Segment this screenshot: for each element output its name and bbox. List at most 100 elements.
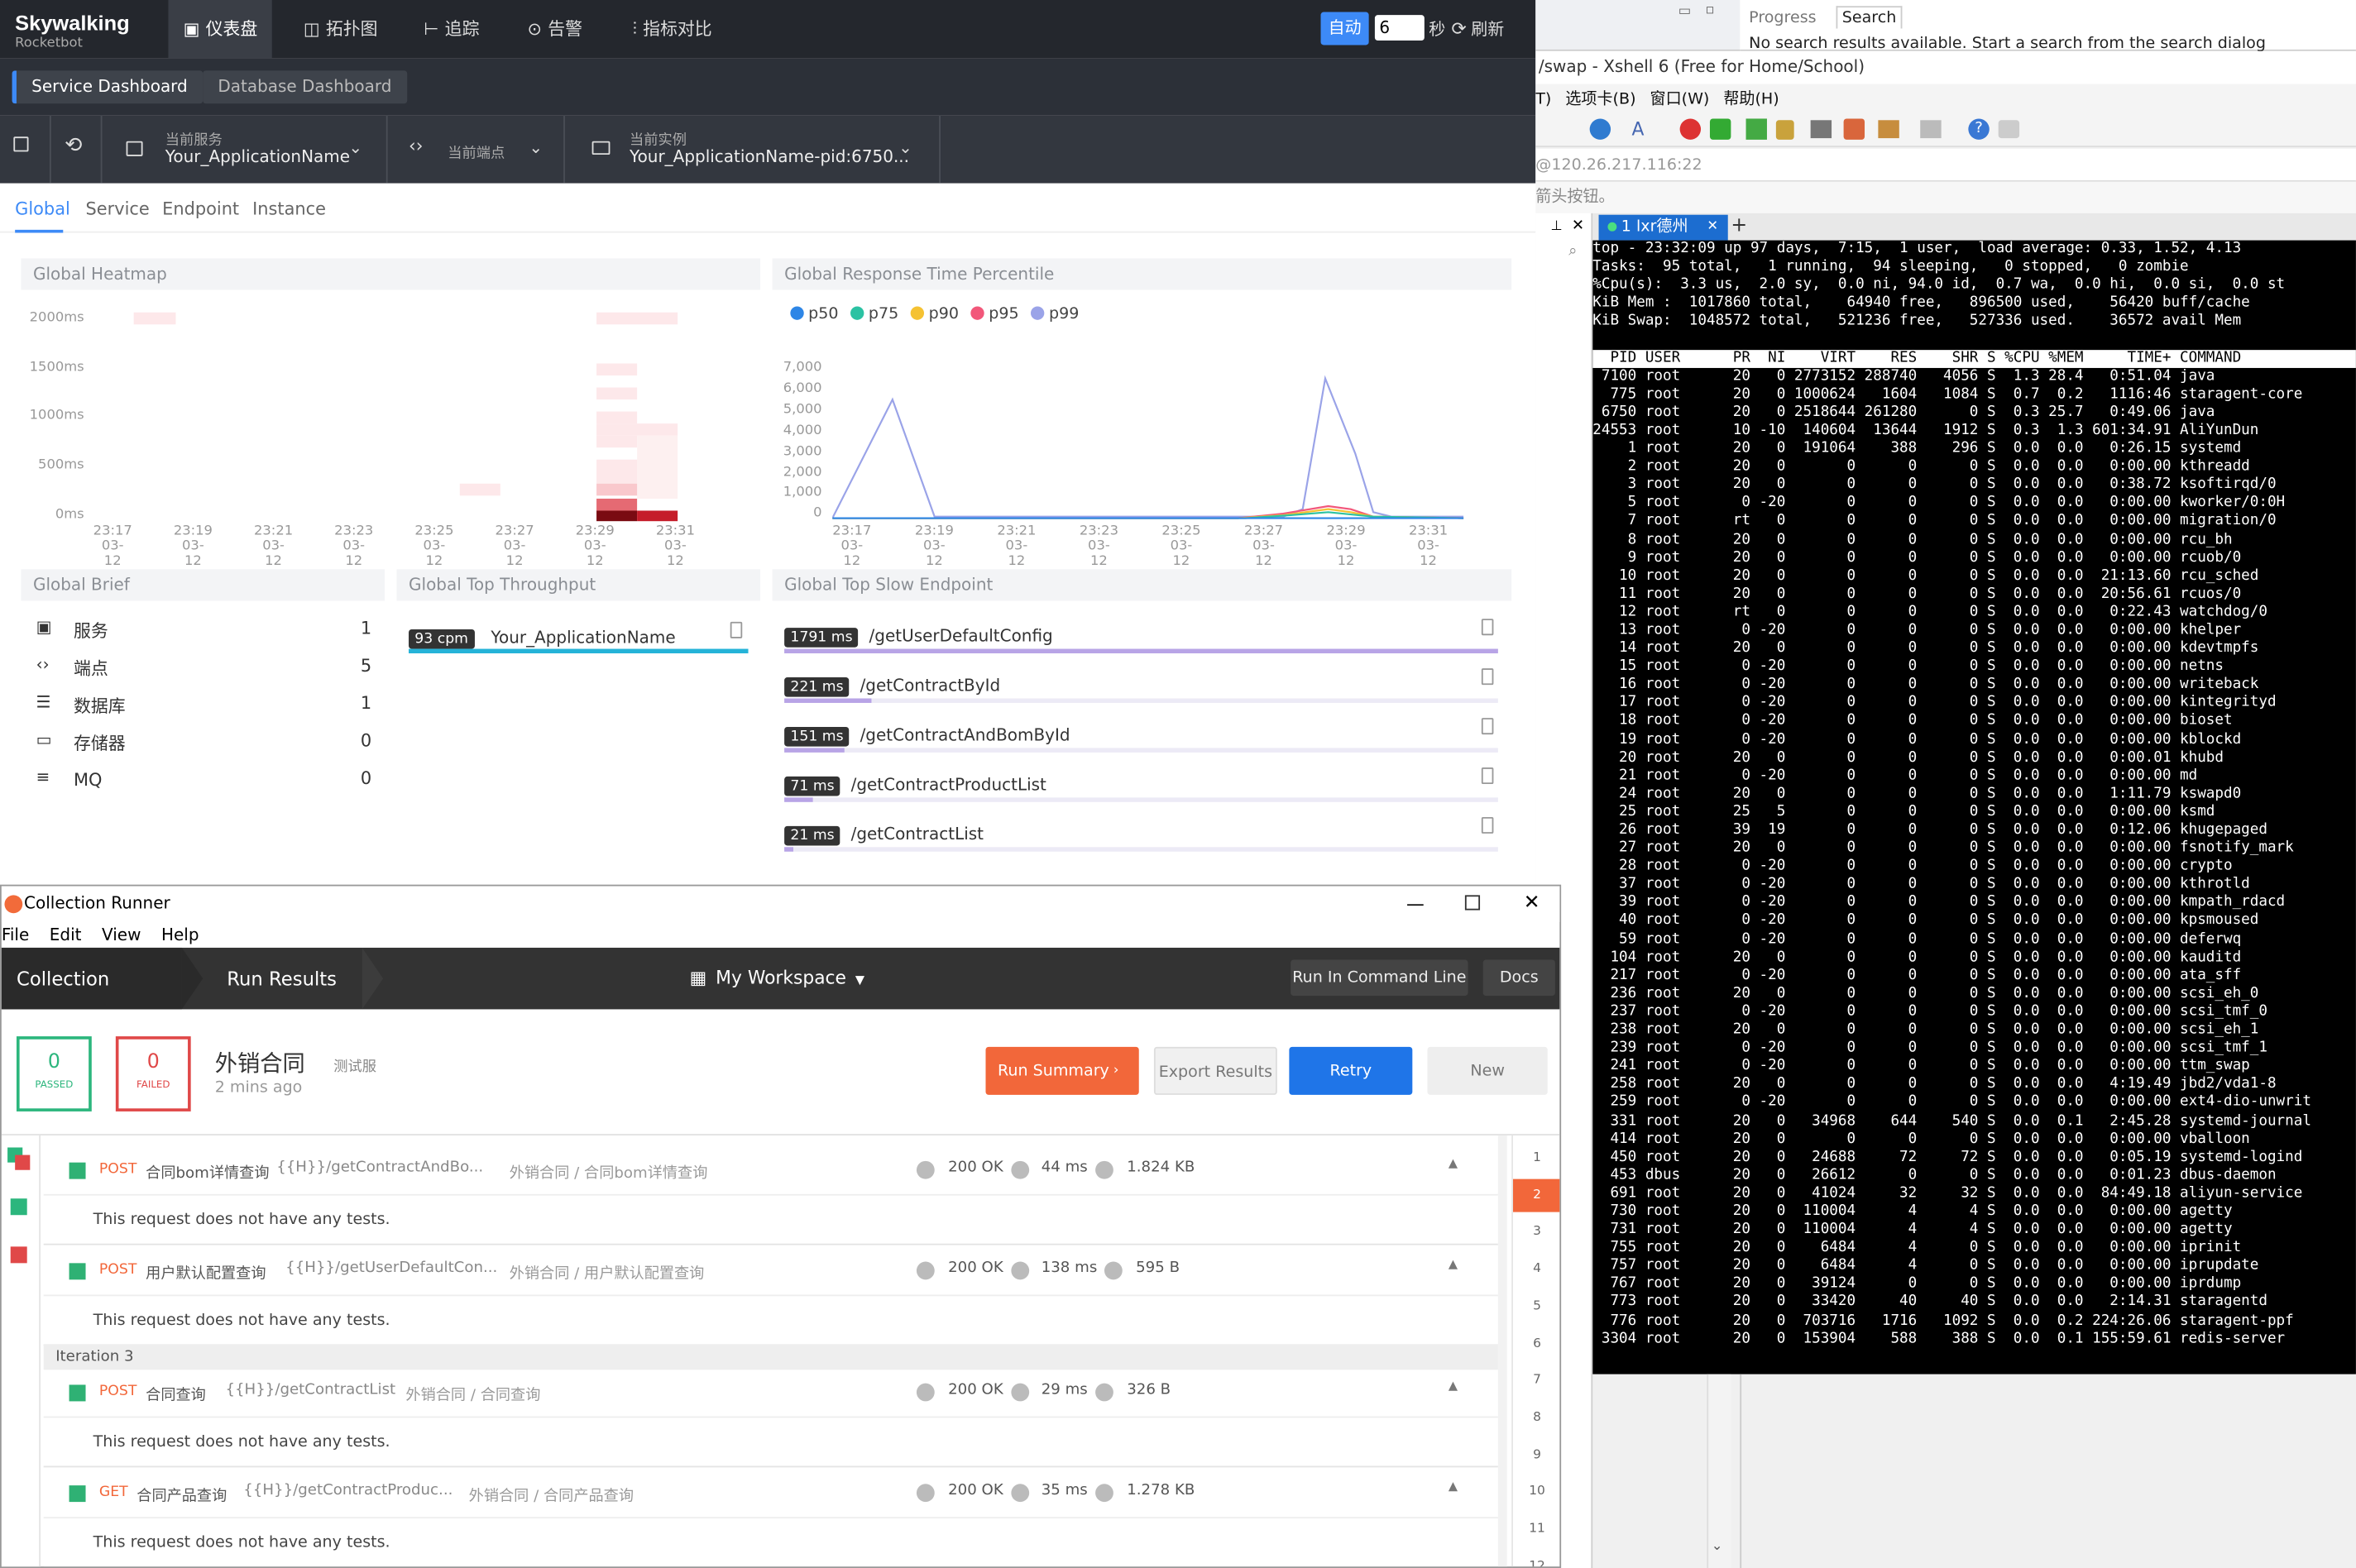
lock-icon[interactable] [1775,120,1794,140]
menu-edit[interactable]: Edit [50,925,82,945]
close-icon[interactable]: ✕ [1524,886,1540,922]
highlight-icon[interactable] [1843,118,1865,140]
legend-item[interactable]: p75 [850,305,898,323]
slow-endpoint-row[interactable]: 71 ms/getContractProductList [784,767,1506,817]
menu-tabs[interactable]: 选项卡(B) [1565,90,1635,108]
globe-icon[interactable] [1589,118,1611,140]
iteration-item[interactable]: 8 [1513,1401,1559,1434]
nav-alarm[interactable]: ⊙ 告警 [512,0,597,59]
iteration-item[interactable]: 2 [1513,1178,1560,1212]
session-tab[interactable]: 1 lxr德州 ✕ [1598,214,1728,241]
nav-dashboard[interactable]: ▣ 仪表盘 [168,0,273,59]
collapse-icon[interactable]: ▲ [1449,1379,1458,1392]
keyboard-icon[interactable] [1810,120,1832,139]
slow-endpoint-row[interactable]: 21 ms/getContractList [784,816,1506,867]
pin-icon[interactable]: ⊥ [1550,219,1562,234]
crumb-run-results[interactable]: Run Results [227,948,337,1009]
clipboard-icon[interactable] [1481,816,1494,834]
reload-button[interactable]: ⟲ [51,115,103,184]
collapse-icon[interactable]: ▲ [1449,1480,1458,1493]
iteration-item[interactable]: 9 [1513,1438,1559,1471]
throughput-row[interactable]: 93 cpm Your_ApplicationName [409,620,754,650]
font-icon[interactable]: A [1632,118,1645,139]
folder-icon[interactable] [1878,120,1899,139]
lock-toggle[interactable] [0,115,51,184]
clipboard-icon[interactable] [1481,718,1494,735]
nav-compare[interactable]: ⫶ 指标对比 [617,0,726,59]
tab-database-dashboard[interactable]: Database Dashboard [203,70,407,104]
tab-endpoint[interactable]: Endpoint [162,198,239,219]
clipboard-icon[interactable] [1481,619,1494,636]
collapse-icon[interactable]: ▲ [1449,1156,1458,1169]
maximize-icon[interactable] [1464,895,1481,911]
failed-filter-icon[interactable] [10,1246,27,1264]
run-command-line-button[interactable]: Run In Command Line [1291,959,1468,997]
request-row[interactable]: POST 合同查询 {{H}}/getContractList 外销合同 / 合同查询… [43,1367,1498,1418]
tab-instance[interactable]: Instance [252,198,326,219]
tab-global[interactable]: Global [15,198,70,219]
scrollbar[interactable]: ⌄ [1707,1374,1731,1568]
expand-icon[interactable] [1745,118,1767,140]
close-panel-icon[interactable]: ✕ [1572,218,1584,234]
run-summary-button[interactable]: Run Summary › [985,1046,1139,1095]
legend-item[interactable]: p99 [1031,305,1079,323]
docs-button[interactable]: Docs [1482,959,1555,997]
interval-input[interactable]: 6 [1374,15,1425,41]
retry-button[interactable]: Retry [1289,1046,1413,1095]
slow-endpoint-row[interactable]: 221 ms/getContractById [784,668,1506,718]
terminal[interactable]: top - 23:32:09 up 97 days, 7:15, 1 user,… [1592,240,2356,1374]
iteration-item[interactable]: 7 [1513,1364,1559,1397]
help-icon[interactable]: ? [1968,118,1990,140]
endpoint-selector[interactable]: ‹› 当前端点 ⌄ [388,115,565,184]
tab-progress[interactable]: Progress [1749,9,1816,27]
maximize-icon[interactable]: ▫ [1706,3,1715,18]
iteration-item[interactable]: 12 [1513,1550,1559,1567]
iteration-item[interactable]: 4 [1513,1253,1559,1286]
slow-endpoint-row[interactable]: 151 ms/getContractAndBomById [784,718,1506,767]
chevron-down-icon[interactable]: ⌄ [1712,1540,1723,1555]
new-tab-icon[interactable]: + [1731,213,1747,239]
menu-help[interactable]: 帮助(H) [1723,90,1779,108]
slow-endpoint-row[interactable]: 1791 ms/getUserDefaultConfig [784,619,1506,668]
close-tab-icon[interactable]: ✕ [1707,215,1718,241]
service-selector[interactable]: 当前服务 Your_ApplicationName ⌄ [103,115,388,184]
instance-selector[interactable]: 当前实例 Your_ApplicationName-pid:6750... ⌄ [565,115,941,184]
transfer-icon[interactable] [1709,118,1731,140]
scrollbar[interactable] [1497,1135,1507,1567]
clipboard-icon[interactable] [730,621,743,638]
iteration-item[interactable]: 5 [1513,1290,1559,1323]
nav-trace[interactable]: ⊢ 追踪 [409,0,495,59]
request-row[interactable]: POST 用户默认配置查询 {{H}}/getUserDefaultCon... 外销… [43,1245,1498,1297]
address-bar[interactable]: @120.26.217.116:22 [1535,148,2356,182]
request-row[interactable]: GET 合同产品查询 {{H}}/getContractProduc... 外销合同 … [43,1467,1498,1519]
tab-search[interactable]: Search [1836,6,1903,29]
color-icon[interactable] [1679,118,1702,140]
iteration-item[interactable]: 10 [1513,1475,1559,1508]
search-icon[interactable]: ⌕ [1568,243,1577,260]
menu-file[interactable]: File [2,925,29,945]
iteration-item[interactable]: 3 [1513,1216,1559,1249]
collapse-icon[interactable]: ▲ [1449,1257,1458,1270]
new-button[interactable]: New [1427,1046,1548,1095]
request-row[interactable]: POST 合同bom详情查询 {{H}}/getContractAndBo... 外销… [43,1145,1498,1196]
menu-view[interactable]: View [102,925,141,945]
chat-icon[interactable] [1998,120,2020,139]
passed-filter-icon[interactable] [10,1198,27,1216]
iteration-item[interactable]: 11 [1513,1513,1559,1546]
clipboard-icon[interactable] [1481,767,1494,785]
menu-window[interactable]: 窗口(W) [1650,90,1709,108]
legend-item[interactable]: p90 [910,305,959,323]
minimize-icon[interactable]: ▭ [1678,4,1691,19]
minimize-icon[interactable]: — [1406,886,1425,922]
clipboard-icon[interactable] [1481,668,1494,686]
crumb-collection-runner[interactable]: Collection Runner [1,947,182,1051]
auto-refresh-button[interactable]: 自动 [1320,12,1369,45]
legend-item[interactable]: p50 [790,305,839,323]
refresh-button[interactable]: ⟳ 刷新 [1452,17,1505,41]
legend-item[interactable]: p95 [970,305,1019,323]
export-results-button[interactable]: Export Results [1153,1046,1277,1095]
layout-icon[interactable] [1920,120,1942,139]
tab-service-dashboard[interactable]: Service Dashboard [12,70,203,104]
workspace-selector[interactable]: ▦ My Workspace ▼ [690,948,864,1009]
tab-service[interactable]: Service [86,198,150,219]
